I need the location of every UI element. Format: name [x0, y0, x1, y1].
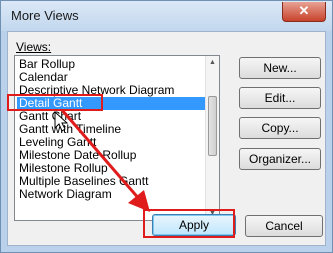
list-item[interactable]: Network Diagram [17, 188, 205, 201]
views-label-text: Views: [16, 40, 52, 54]
views-scrollbar[interactable]: ▲ ▼ [205, 56, 219, 220]
new-button[interactable]: New... [239, 57, 321, 79]
scroll-up-arrow-icon[interactable]: ▲ [206, 56, 219, 69]
title-bar: More Views ✕ [1, 1, 332, 31]
organizer-button[interactable]: Organizer... [239, 148, 321, 170]
scroll-thumb[interactable] [208, 96, 217, 156]
edit-button[interactable]: Edit... [239, 87, 321, 109]
views-label: Views: [16, 40, 51, 54]
annotation-highlight-apply [143, 209, 235, 238]
cancel-button[interactable]: Cancel [245, 215, 323, 237]
close-button[interactable]: ✕ [282, 2, 326, 22]
close-icon: ✕ [298, 3, 310, 18]
copy-button[interactable]: Copy... [239, 117, 321, 139]
annotation-highlight-detail-gantt [7, 94, 103, 111]
views-listbox[interactable]: Bar Rollup Calendar Descriptive Network … [14, 55, 220, 221]
dialog-title: More Views [11, 8, 79, 23]
